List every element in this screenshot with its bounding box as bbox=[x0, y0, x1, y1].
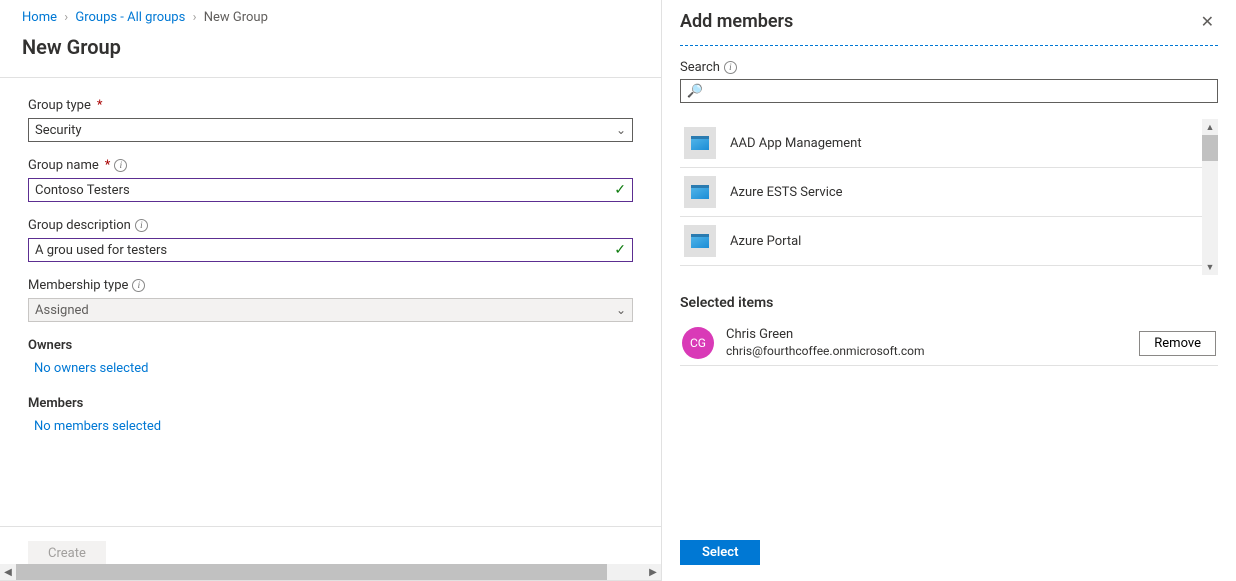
create-button: Create bbox=[28, 541, 106, 566]
search-input[interactable]: 🔍 bbox=[680, 79, 1218, 103]
chevron-right-icon: › bbox=[193, 10, 197, 25]
info-icon[interactable]: i bbox=[724, 61, 737, 74]
result-item[interactable]: Azure Portal bbox=[680, 217, 1218, 266]
scroll-right-arrow[interactable]: ▶ bbox=[645, 564, 661, 580]
app-icon bbox=[684, 176, 716, 208]
breadcrumb: Home › Groups - All groups › New Group bbox=[0, 0, 661, 31]
membership-type-select: Assigned ⌄ bbox=[28, 298, 633, 322]
divider bbox=[680, 45, 1218, 46]
breadcrumb-current: New Group bbox=[204, 10, 268, 25]
members-heading: Members bbox=[28, 396, 633, 411]
vertical-scrollbar[interactable]: ▲ ▼ bbox=[1202, 119, 1218, 275]
membership-type-label: Membership type i bbox=[28, 278, 633, 293]
required-marker: * bbox=[97, 98, 103, 113]
info-icon[interactable]: i bbox=[114, 159, 127, 172]
group-type-select[interactable]: Security ⌄ bbox=[28, 118, 633, 142]
required-marker: * bbox=[105, 158, 111, 173]
result-name: AAD App Management bbox=[730, 136, 862, 151]
search-label: Search i bbox=[680, 60, 1218, 75]
breadcrumb-groups[interactable]: Groups - All groups bbox=[75, 10, 185, 25]
horizontal-scrollbar[interactable]: ◀ ▶ bbox=[0, 564, 661, 580]
avatar: CG bbox=[682, 327, 714, 359]
scroll-thumb[interactable] bbox=[1202, 135, 1218, 161]
checkmark-icon: ✓ bbox=[614, 242, 626, 258]
panel-title: Add members bbox=[680, 11, 793, 32]
app-icon bbox=[684, 225, 716, 257]
search-icon: 🔍 bbox=[687, 84, 703, 99]
chevron-down-icon: ⌄ bbox=[616, 123, 626, 137]
new-group-panel: Home › Groups - All groups › New Group N… bbox=[0, 0, 662, 581]
scroll-left-arrow[interactable]: ◀ bbox=[0, 564, 16, 580]
results-list: AAD App Management Azure ESTS Service Az… bbox=[680, 119, 1218, 275]
checkmark-icon: ✓ bbox=[614, 182, 626, 198]
group-description-label: Group description i bbox=[28, 218, 633, 233]
result-item[interactable]: Azure ESTS Service bbox=[680, 168, 1218, 217]
result-name: Azure Portal bbox=[730, 234, 801, 249]
add-members-panel: Add members ✕ Search i 🔍 AAD App Managem… bbox=[662, 0, 1236, 581]
scroll-down-arrow[interactable]: ▼ bbox=[1202, 259, 1218, 275]
selected-heading: Selected items bbox=[680, 295, 1218, 311]
chevron-down-icon: ⌄ bbox=[616, 303, 626, 317]
owners-heading: Owners bbox=[28, 338, 633, 353]
select-button[interactable]: Select bbox=[680, 540, 760, 565]
group-type-label: Group type * bbox=[28, 98, 633, 113]
group-name-label: Group name * i bbox=[28, 158, 633, 173]
selected-email: chris@fourthcoffee.onmicrosoft.com bbox=[726, 344, 1127, 360]
scroll-thumb[interactable] bbox=[16, 564, 607, 580]
search-text-field[interactable] bbox=[707, 84, 1211, 99]
app-icon bbox=[684, 127, 716, 159]
breadcrumb-home[interactable]: Home bbox=[22, 10, 57, 25]
form-area: Group type * Security ⌄ Group name * i C… bbox=[0, 77, 661, 526]
page-title: New Group bbox=[0, 31, 661, 77]
remove-button[interactable]: Remove bbox=[1139, 331, 1216, 356]
chevron-right-icon: › bbox=[64, 10, 68, 25]
selected-item: CG Chris Green chris@fourthcoffee.onmicr… bbox=[680, 321, 1218, 366]
result-name: Azure ESTS Service bbox=[730, 185, 843, 200]
no-owners-selected-link[interactable]: No owners selected bbox=[28, 357, 154, 380]
info-icon[interactable]: i bbox=[135, 219, 148, 232]
close-icon[interactable]: ✕ bbox=[1197, 8, 1218, 35]
scroll-up-arrow[interactable]: ▲ bbox=[1202, 119, 1218, 135]
no-members-selected-link[interactable]: No members selected bbox=[28, 415, 167, 438]
result-item[interactable]: AAD App Management bbox=[680, 119, 1218, 168]
group-name-input[interactable]: Contoso Testers ✓ bbox=[28, 178, 633, 202]
group-description-input[interactable]: A grou used for testers ✓ bbox=[28, 238, 633, 262]
info-icon[interactable]: i bbox=[132, 279, 145, 292]
selected-name: Chris Green bbox=[726, 327, 1127, 344]
